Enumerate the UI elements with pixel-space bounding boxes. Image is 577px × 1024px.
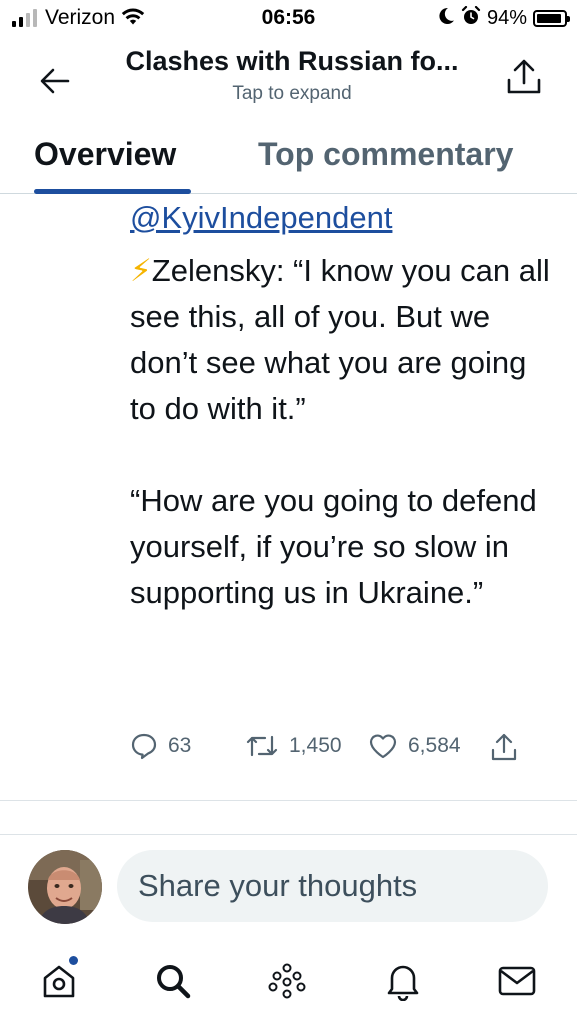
post-text: ⚡Zelensky: “I know you can all see this,… xyxy=(130,248,560,616)
search-icon xyxy=(157,965,191,999)
page-title: Clashes with Russian fo... xyxy=(125,46,459,76)
nav-messages[interactable] xyxy=(494,958,540,1004)
compose-input[interactable]: Share your thoughts xyxy=(117,850,548,922)
like-button[interactable]: 6,584 xyxy=(368,732,461,760)
arrow-left-icon xyxy=(40,68,70,94)
moon-icon xyxy=(437,7,455,30)
nav-home[interactable] xyxy=(36,956,82,1004)
share-icon xyxy=(491,733,517,761)
reply-button[interactable]: 63 xyxy=(130,732,191,760)
divider xyxy=(0,800,577,801)
bottom-nav xyxy=(0,944,577,1024)
lightning-icon: ⚡ xyxy=(130,253,152,288)
compose-bar: Share your thoughts xyxy=(0,836,577,936)
share-icon xyxy=(507,59,541,94)
post-paragraph-1: ⚡Zelensky: “I know you can all see this,… xyxy=(130,248,560,432)
divider xyxy=(0,834,577,835)
status-bar: Verizon 06:56 94% xyxy=(0,0,577,38)
reply-count: 63 xyxy=(168,734,192,757)
retweet-count: 1,450 xyxy=(289,734,342,757)
mail-icon xyxy=(498,966,536,996)
battery-fill xyxy=(537,14,562,23)
nav-notifications[interactable] xyxy=(380,958,426,1004)
post-share-button[interactable] xyxy=(490,732,518,762)
back-button[interactable] xyxy=(34,60,76,102)
header-title-area[interactable]: Clashes with Russian fo... Tap to expand xyxy=(92,46,492,105)
home-icon xyxy=(43,965,75,998)
retweet-icon xyxy=(246,735,278,757)
like-count: 6,584 xyxy=(408,734,461,757)
header: Clashes with Russian fo... Tap to expand xyxy=(0,38,577,118)
tab-bar: Overview Top commentary xyxy=(0,126,577,194)
reply-icon xyxy=(131,733,157,760)
post-actions: 63 1,450 6,584 xyxy=(130,732,550,766)
avatar[interactable] xyxy=(28,850,102,924)
tab-top-commentary[interactable]: Top commentary xyxy=(258,136,513,173)
spaces-icon xyxy=(268,963,306,999)
mention-link[interactable]: @KyivIndependent xyxy=(130,196,560,240)
tab-overview[interactable]: Overview xyxy=(34,136,176,173)
alarm-icon xyxy=(461,5,481,31)
heart-icon xyxy=(369,734,397,759)
post-paragraph-1-text: Zelensky: “I know you can all see this, … xyxy=(130,253,550,426)
post-paragraph-2: “How are you going to defend yourself, i… xyxy=(130,483,537,610)
battery-percent: 94% xyxy=(486,7,527,29)
status-right: 94% xyxy=(437,5,570,31)
nav-search[interactable] xyxy=(150,958,196,1004)
notification-dot xyxy=(69,956,78,965)
bell-icon xyxy=(387,965,419,1001)
compose-placeholder: Share your thoughts xyxy=(138,868,418,903)
post: @KyivIndependent ⚡Zelensky: “I know you … xyxy=(130,196,560,616)
active-tab-indicator xyxy=(34,189,191,194)
retweet-button[interactable]: 1,450 xyxy=(245,732,342,760)
battery-icon xyxy=(533,10,570,27)
nav-spaces[interactable] xyxy=(264,958,310,1004)
share-button[interactable] xyxy=(501,54,547,100)
tap-to-expand: Tap to expand xyxy=(232,83,352,104)
